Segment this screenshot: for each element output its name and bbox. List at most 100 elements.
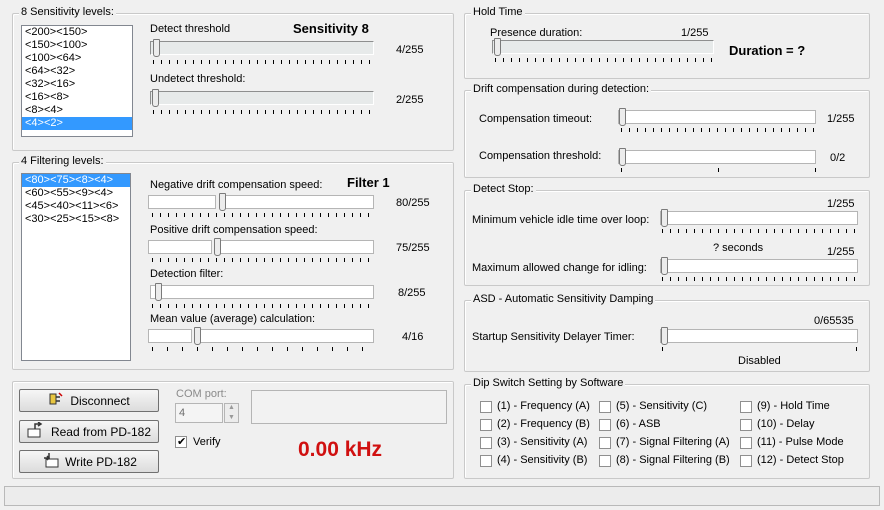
negative-drift-slider-b[interactable]	[219, 193, 374, 211]
verify-label: Verify	[193, 436, 221, 448]
dip-label-10: (10) - Delay	[757, 418, 815, 430]
compensation-threshold-slider[interactable]	[618, 148, 816, 166]
dip-label-12: (12) - Detect Stop	[757, 454, 844, 466]
detect-stop-title: Detect Stop:	[471, 183, 536, 195]
disconnect-button[interactable]: Disconnect	[19, 389, 159, 412]
positive-drift-slider-a[interactable]	[148, 240, 212, 254]
positive-drift-slider-b[interactable]	[214, 238, 374, 256]
slider-thumb[interactable]	[661, 257, 668, 275]
detect-threshold-label: Detect threshold	[150, 23, 231, 35]
slider-thumb[interactable]	[153, 39, 160, 57]
filtering-levels-list[interactable]: <80><75><8><4> <60><55><9><4> <45><40><1…	[21, 173, 131, 361]
list-item[interactable]: <60><55><9><4>	[22, 187, 130, 200]
asd-timer-slider[interactable]	[660, 327, 858, 345]
dip-checkbox-9[interactable]	[740, 401, 752, 413]
spin-down-icon[interactable]: ▼	[228, 414, 235, 421]
list-item[interactable]: <100><64>	[22, 52, 132, 65]
tick-marks	[152, 304, 374, 308]
dip-label-8: (8) - Signal Filtering (B)	[616, 454, 730, 466]
slider-thumb[interactable]	[494, 38, 501, 56]
slider-thumb[interactable]	[661, 209, 668, 227]
negative-drift-value: 80/255	[396, 197, 430, 209]
dip-label-2: (2) - Frequency (B)	[497, 418, 590, 430]
sensitivity-group-title: 8 Sensitivity levels:	[19, 6, 116, 18]
list-item-selected[interactable]: <4><2>	[22, 117, 132, 130]
slider-thumb[interactable]	[661, 327, 668, 345]
slider-thumb[interactable]	[619, 108, 626, 126]
dip-checkbox-6[interactable]	[599, 419, 611, 431]
dip-checkbox-2[interactable]	[480, 419, 492, 431]
compensation-timeout-slider[interactable]	[618, 108, 816, 126]
dip-checkbox-3[interactable]	[480, 437, 492, 449]
idle-time-value: 1/255	[827, 198, 855, 210]
read-label: Read from PD-182	[50, 424, 152, 439]
detection-filter-value: 8/255	[398, 287, 426, 299]
dip-checkbox-7[interactable]	[599, 437, 611, 449]
dip-checkbox-11[interactable]	[740, 437, 752, 449]
dip-checkbox-10[interactable]	[740, 419, 752, 431]
dip-checkbox-4[interactable]	[480, 455, 492, 467]
dip-label-3: (3) - Sensitivity (A)	[497, 436, 588, 448]
detect-threshold-slider[interactable]	[150, 39, 374, 57]
slider-thumb[interactable]	[155, 283, 162, 301]
list-item[interactable]: <30><25><15><8>	[22, 213, 130, 226]
slider-thumb[interactable]	[194, 327, 201, 345]
list-item[interactable]: <64><32>	[22, 65, 132, 78]
read-button[interactable]: Read from PD-182	[19, 420, 159, 443]
mean-value-label: Mean value (average) calculation:	[150, 313, 316, 325]
mean-value-value: 4/16	[402, 331, 424, 343]
detection-filter-label: Detection filter:	[150, 268, 224, 280]
idle-time-slider[interactable]	[660, 209, 858, 227]
positive-drift-label: Positive drift compensation speed:	[150, 224, 318, 236]
list-item[interactable]: <32><16>	[22, 78, 132, 91]
spin-up-icon[interactable]: ▲	[228, 404, 235, 411]
slider-thumb[interactable]	[152, 89, 159, 107]
presence-duration-value: 1/255	[681, 27, 709, 39]
max-change-value: 1/255	[827, 246, 855, 258]
presence-duration-slider[interactable]	[492, 38, 714, 56]
positive-drift-value: 75/255	[396, 242, 430, 254]
list-item-selected[interactable]: <80><75><8><4>	[22, 174, 130, 187]
list-item[interactable]: <8><4>	[22, 104, 132, 117]
com-port-spinner[interactable]: 4	[175, 403, 223, 423]
dip-label-5: (5) - Sensitivity (C)	[616, 400, 708, 412]
mean-value-slider-b[interactable]	[194, 327, 374, 345]
mean-value-slider-a[interactable]	[148, 329, 192, 343]
tick-marks	[662, 229, 858, 233]
detect-threshold-value: 4/255	[396, 44, 424, 56]
dip-checkbox-8[interactable]	[599, 455, 611, 467]
tick-marks	[153, 110, 374, 114]
tick-marks	[495, 58, 714, 62]
idle-seconds-label: ? seconds	[713, 242, 764, 254]
drift-compensation-group: Drift compensation during detection:	[464, 83, 870, 178]
hold-time-title: Hold Time	[471, 6, 525, 18]
com-port-spin-buttons[interactable]: ▲ ▼	[224, 403, 239, 423]
asd-timer-label: Startup Sensitivity Delayer Timer:	[472, 331, 635, 343]
tick-marks	[152, 258, 374, 262]
negative-drift-slider-a[interactable]	[148, 195, 216, 209]
idle-time-label: Minimum vehicle idle time over loop:	[472, 214, 650, 226]
sensitivity-big-label: Sensitivity 8	[293, 21, 369, 36]
compensation-threshold-value: 0/2	[830, 152, 846, 164]
detection-filter-slider[interactable]	[150, 283, 374, 301]
compensation-timeout-label: Compensation timeout:	[479, 113, 593, 125]
slider-thumb[interactable]	[619, 148, 626, 166]
dip-checkbox-12[interactable]	[740, 455, 752, 467]
slider-thumb[interactable]	[214, 238, 221, 256]
undetect-threshold-label: Undetect threshold:	[150, 73, 246, 85]
sensitivity-levels-list[interactable]: <200><150> <150><100> <100><64> <64><32>…	[21, 25, 133, 137]
list-item[interactable]: <16><8>	[22, 91, 132, 104]
write-button[interactable]: Write PD-182	[19, 450, 159, 473]
list-item[interactable]: <150><100>	[22, 39, 132, 52]
dip-label-6: (6) - ASB	[616, 418, 661, 430]
list-item[interactable]: <45><40><11><6>	[22, 200, 130, 213]
undetect-threshold-slider[interactable]	[150, 89, 374, 107]
dip-checkbox-1[interactable]	[480, 401, 492, 413]
filtering-group-title: 4 Filtering levels:	[19, 155, 106, 167]
dip-checkbox-5[interactable]	[599, 401, 611, 413]
list-item[interactable]: <200><150>	[22, 26, 132, 39]
slider-thumb[interactable]	[219, 193, 226, 211]
dip-label-9: (9) - Hold Time	[757, 400, 830, 412]
max-change-slider[interactable]	[660, 257, 858, 275]
verify-checkbox[interactable]	[175, 435, 187, 448]
